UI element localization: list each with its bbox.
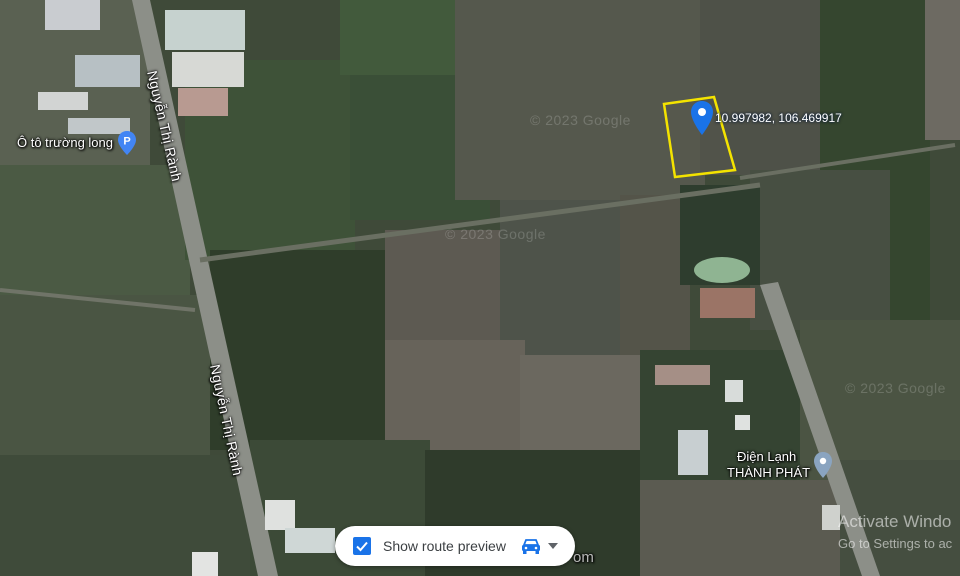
map-watermark: © 2023 Google <box>530 112 631 128</box>
field <box>620 195 690 355</box>
car-icon[interactable] <box>520 537 542 555</box>
building <box>678 430 708 475</box>
pond-water <box>694 257 750 283</box>
satellite-map[interactable] <box>0 0 960 576</box>
location-pin-icon[interactable] <box>691 101 713 135</box>
building <box>192 552 218 576</box>
building <box>178 88 228 116</box>
place-label-o-to-truong-long[interactable]: Ô tô trường long <box>17 135 113 150</box>
building <box>172 52 244 87</box>
field <box>385 230 505 350</box>
checkmark-icon <box>356 541 368 552</box>
field <box>0 165 190 305</box>
building <box>285 528 335 553</box>
field <box>640 480 840 576</box>
map-watermark: © 2023 Google <box>445 226 546 242</box>
route-preview-checkbox[interactable] <box>353 537 371 555</box>
building <box>655 365 710 385</box>
building <box>75 55 140 87</box>
coordinates-label: 10.997982, 106.469917 <box>715 111 842 125</box>
field <box>340 0 460 75</box>
route-preview-label[interactable]: Show route preview <box>383 538 506 554</box>
partial-text: om <box>573 549 594 566</box>
building <box>265 500 295 530</box>
field <box>455 0 705 200</box>
map-watermark: © 2023 Google <box>845 380 946 396</box>
place-pin-icon[interactable] <box>814 452 832 478</box>
place-label-dien-lanh[interactable]: Điện Lạnh <box>737 449 796 464</box>
building <box>735 415 750 430</box>
caret-down-icon[interactable] <box>547 542 558 550</box>
field <box>520 355 640 450</box>
building <box>38 92 88 110</box>
activate-windows-subtitle: Go to Settings to ac <box>838 536 953 551</box>
route-preview-chip[interactable]: Show route preview <box>335 526 575 566</box>
activate-windows-title: Activate Windo <box>838 512 952 531</box>
building <box>700 288 755 318</box>
svg-text:P: P <box>123 136 130 148</box>
building <box>165 10 245 50</box>
field <box>0 295 210 465</box>
field <box>925 0 960 140</box>
place-label-thanh-phat[interactable]: THÀNH PHÁT <box>727 465 810 480</box>
building <box>725 380 743 402</box>
parking-pin-icon[interactable]: P <box>118 131 136 155</box>
building <box>45 0 100 30</box>
field <box>500 200 630 360</box>
